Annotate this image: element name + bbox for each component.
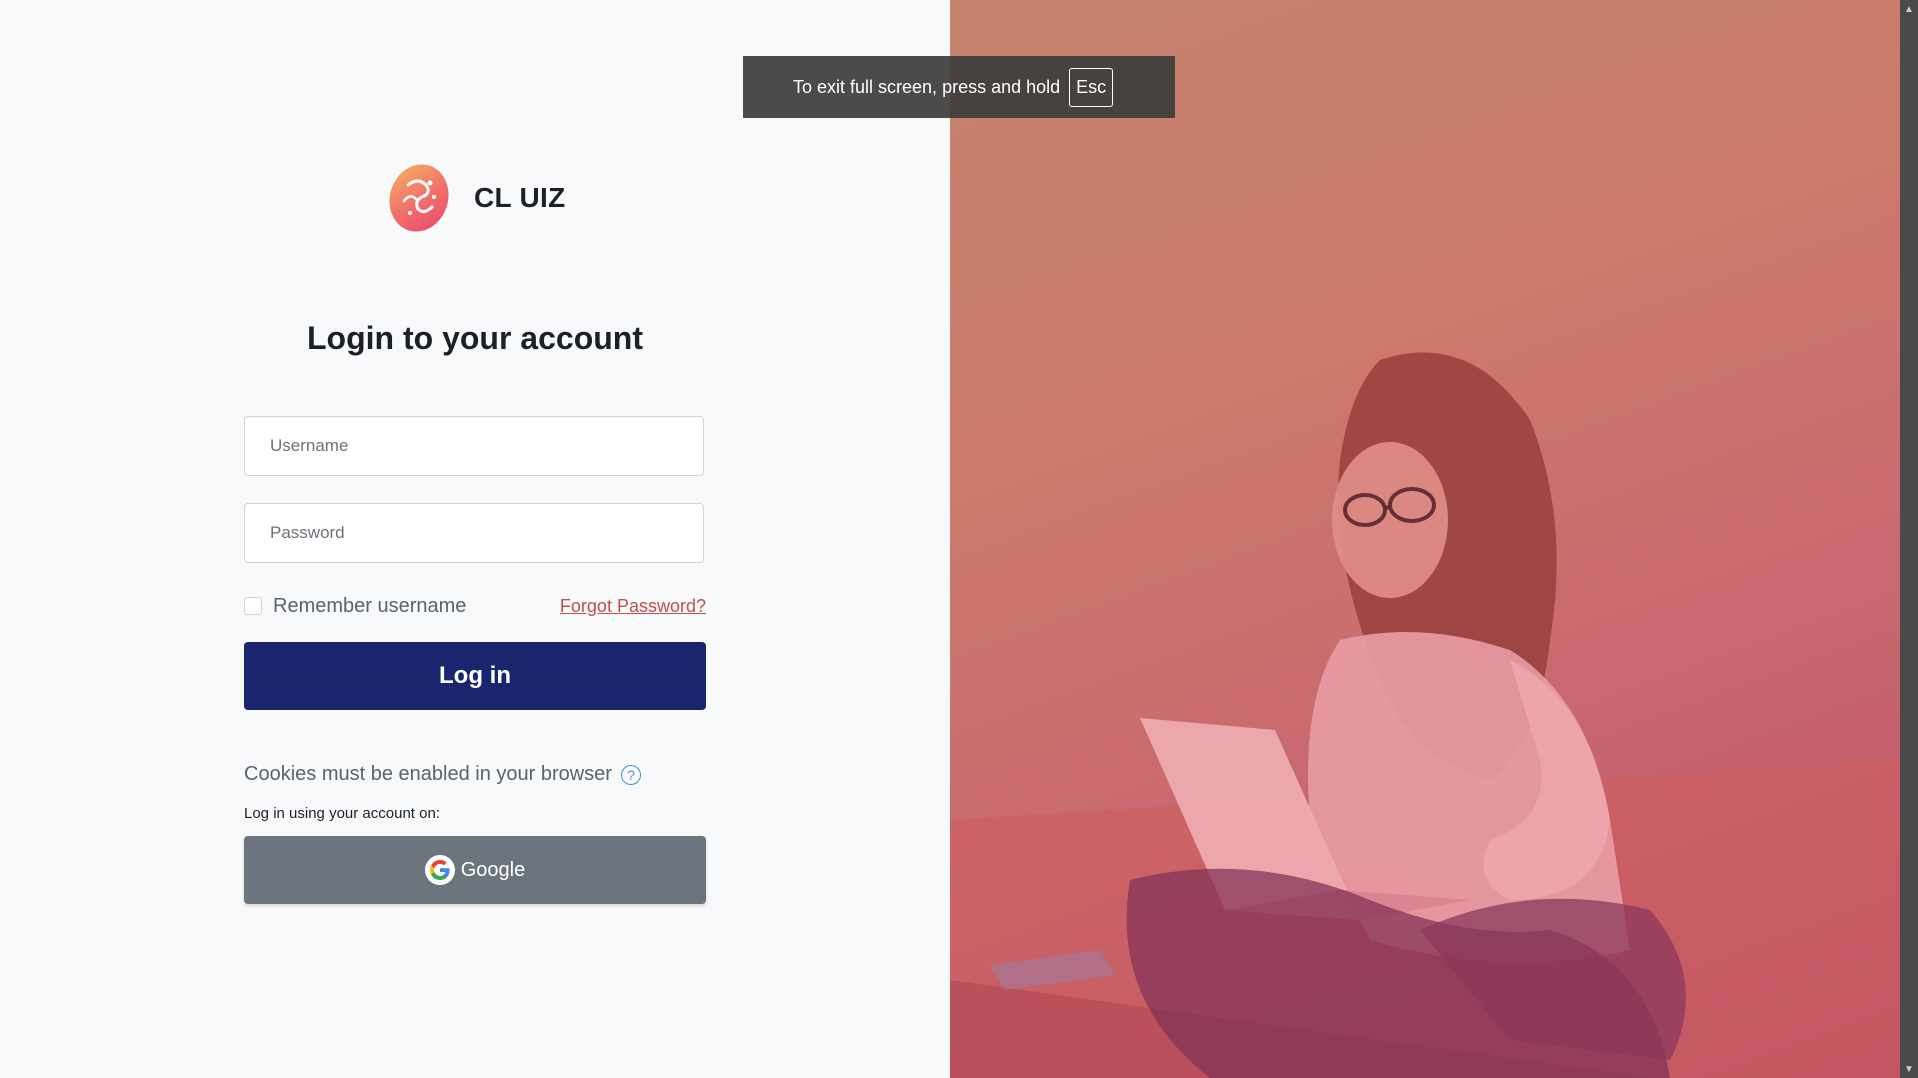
page-title: Login to your account	[307, 320, 643, 356]
forgot-password-link[interactable]: Forgot Password?	[560, 596, 706, 617]
scroll-up-arrow-icon[interactable]: ▲	[1900, 0, 1918, 18]
esc-key-badge: Esc	[1069, 67, 1114, 107]
remember-username-label: Remember username	[273, 594, 467, 617]
brand: CL UIZ	[388, 163, 566, 233]
login-button[interactable]: Log in	[244, 642, 706, 710]
login-panel: CL UIZ Login to your account Remember us…	[0, 0, 950, 1078]
fullscreen-toast-text: To exit full screen, press and hold	[793, 76, 1061, 97]
fullscreen-exit-toast: To exit full screen, press and hold Esc	[743, 56, 1175, 118]
cookies-notice-text: Cookies must be enabled in your browser	[244, 763, 612, 785]
password-input[interactable]	[244, 503, 704, 563]
vertical-scrollbar[interactable]: ▲ ▼	[1900, 0, 1918, 1078]
hero-illustration	[950, 0, 1900, 1078]
hero-image	[950, 0, 1900, 1078]
remember-row: Remember username Forgot Password?	[244, 592, 706, 620]
identity-providers-label: Log in using your account on:	[244, 805, 440, 822]
scroll-down-arrow-icon[interactable]: ▼	[1900, 1060, 1918, 1078]
remember-username-option[interactable]: Remember username	[244, 595, 466, 618]
google-icon	[424, 855, 455, 885]
remember-username-checkbox[interactable]	[244, 597, 262, 615]
cl-uiz-logo-icon	[389, 164, 449, 232]
google-button-label: Google	[460, 858, 526, 881]
question-circle-icon[interactable]: ?	[620, 764, 641, 785]
cookies-notice: Cookies must be enabled in your browser …	[244, 763, 641, 786]
username-input[interactable]	[244, 416, 704, 476]
google-login-button[interactable]: Google	[244, 836, 706, 904]
brand-name: CL UIZ	[474, 182, 566, 213]
